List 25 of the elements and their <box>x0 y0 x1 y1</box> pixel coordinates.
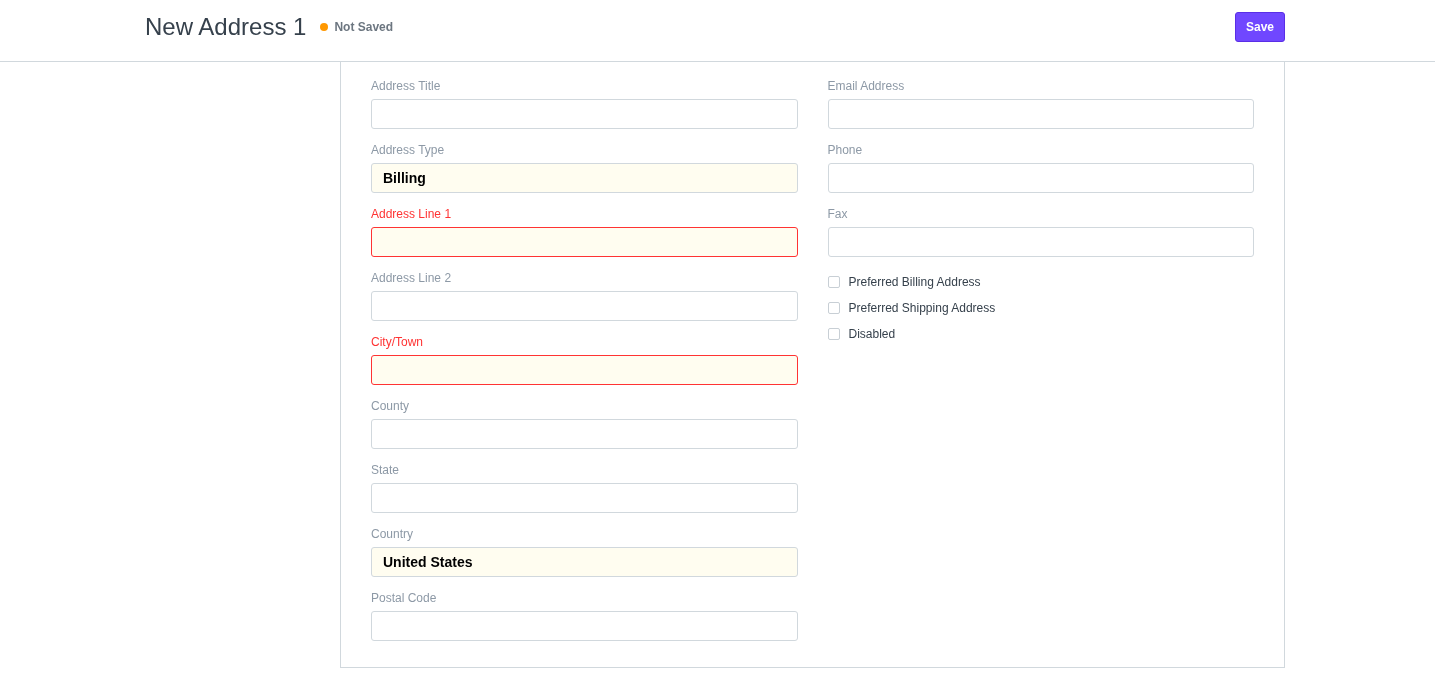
page-title: New Address 1 <box>145 12 307 41</box>
field-label: Email Address <box>827 79 906 93</box>
field-label: Address Type <box>371 143 446 157</box>
input-field[interactable]: Billing <box>371 163 798 193</box>
status-label: Not Saved <box>334 19 394 34</box>
field-label: Fax <box>827 207 849 221</box>
checkbox-label: Preferred Billing Address <box>848 275 981 289</box>
field-label: State <box>371 463 401 477</box>
field-label: Phone <box>827 143 864 157</box>
input-field[interactable] <box>371 227 798 257</box>
field-label: Country <box>371 527 415 541</box>
field-label: Address Line 1 <box>371 207 453 221</box>
checkbox[interactable] <box>827 328 840 340</box>
field-label: Address Title <box>371 79 442 93</box>
field-label: County <box>371 399 411 413</box>
checkbox-label: Disabled <box>848 327 896 341</box>
field-label: City/Town <box>371 335 424 349</box>
checkbox[interactable] <box>827 302 840 314</box>
input-field[interactable]: United States <box>371 547 798 577</box>
input-field[interactable] <box>371 355 798 385</box>
checkbox-label: Preferred Shipping Address <box>848 301 996 315</box>
field-label: Address Line 2 <box>371 271 453 285</box>
field-label: Postal Code <box>371 591 438 605</box>
checkbox[interactable] <box>827 276 840 288</box>
save-button[interactable]: Save <box>1234 11 1285 42</box>
